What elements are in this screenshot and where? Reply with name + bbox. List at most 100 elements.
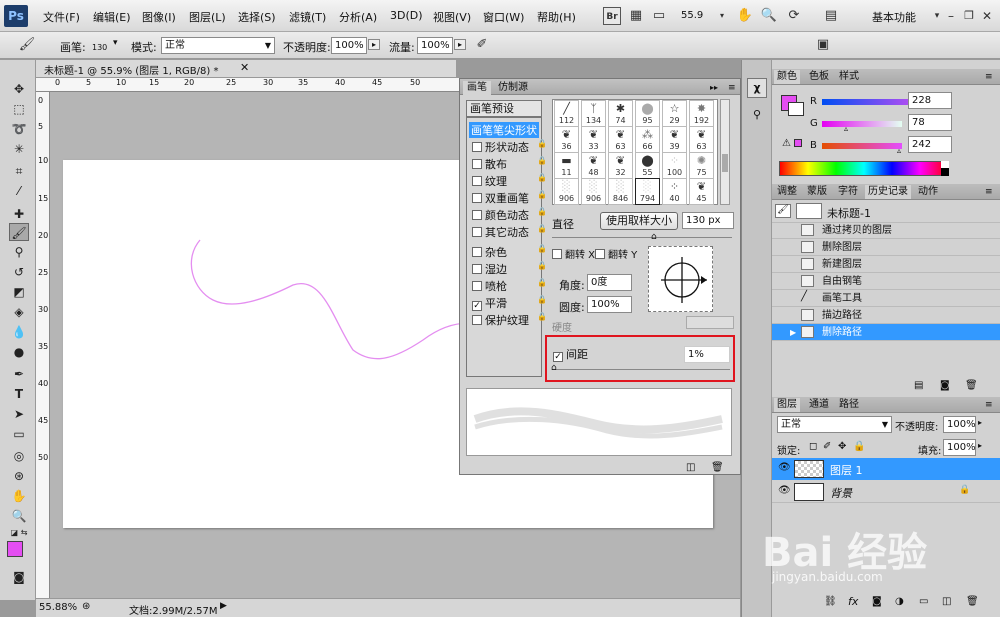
view-extras-icon[interactable]: ▦ — [627, 7, 645, 25]
history-state[interactable]: ╱ 画笔工具 — [772, 290, 1000, 307]
lock-icon[interactable]: 🔒 — [537, 295, 547, 304]
zoom-tool-icon[interactable]: 🔍 — [9, 507, 29, 525]
color-panel-menu-icon[interactable]: ≡ — [982, 70, 996, 84]
tab-swatches[interactable]: 色板 — [806, 70, 832, 84]
tab-actions[interactable]: 动作 — [915, 185, 941, 199]
preset-tip[interactable]: ░ 906 — [581, 178, 606, 205]
workspace-switcher[interactable]: 基本功能 — [872, 9, 916, 25]
brush-tool-icon[interactable]: 🖌 — [9, 223, 29, 241]
pen-tool-icon[interactable]: ✒ — [9, 365, 29, 383]
tab-layers[interactable]: 图层 — [774, 398, 800, 412]
menu-3d[interactable]: 3D(D) — [390, 9, 423, 22]
wet-edges-item[interactable]: 湿边 🔒 — [472, 261, 547, 277]
rectangle-tool-icon[interactable]: ▭ — [9, 425, 29, 443]
path-selection-tool-icon[interactable]: ➤ — [9, 405, 29, 423]
fill-slider-icon[interactable]: ▸ — [978, 441, 982, 450]
color-dynamics-item[interactable]: 颜色动态 🔒 — [472, 207, 547, 223]
lock-all-icon[interactable]: 🔒 — [853, 441, 865, 452]
channel-g-thumb[interactable]: ▵ — [844, 124, 848, 133]
lock-pixels-icon[interactable]: ✐ — [823, 441, 831, 452]
lock-icon[interactable]: 🔒 — [537, 278, 547, 287]
arrange-documents-icon[interactable]: ▤ — [822, 7, 840, 25]
paint-bucket-tool-icon[interactable]: ◈ — [9, 303, 29, 321]
preset-scrollbar[interactable] — [720, 99, 730, 205]
new-group-icon[interactable]: ▭ — [919, 596, 928, 607]
preset-tip[interactable]: ❦ 45 — [689, 178, 714, 205]
history-state[interactable]: 通过拷贝的图层 — [772, 222, 1000, 239]
clone-source-panel-icon[interactable]: ⚲ — [747, 106, 767, 126]
color-background-swatch[interactable] — [788, 102, 804, 116]
status-zoom[interactable]: 55.88% — [39, 602, 77, 613]
wet-edges-checkbox[interactable] — [472, 264, 482, 274]
dual-brush-item[interactable]: 双重画笔 🔒 — [472, 190, 547, 206]
brush-preset-icon[interactable]: 🖌 — [18, 36, 36, 54]
flip-y-option[interactable]: 翻转 Y — [595, 246, 637, 261]
preset-tip[interactable]: ☆ 29 — [662, 100, 687, 127]
channel-g-field[interactable]: 78 — [908, 114, 952, 131]
preset-tip[interactable]: ✸ 192 — [689, 100, 714, 127]
preset-tip[interactable]: ❦ 33 — [581, 126, 606, 153]
mode-select[interactable]: 正常 ▼ — [161, 37, 275, 54]
protect-texture-checkbox[interactable] — [472, 315, 482, 325]
preset-tip[interactable]: ░ 906 — [554, 178, 579, 205]
blur-tool-icon[interactable]: 💧 — [9, 323, 29, 341]
preset-tip[interactable]: ❦ 63 — [608, 126, 633, 153]
crop-tool-icon[interactable]: ⌗ — [9, 162, 29, 180]
brush-panel-icon[interactable]: 𝞆 — [747, 78, 767, 98]
diameter-field[interactable]: 130 px — [682, 212, 734, 229]
layers-panel-menu-icon[interactable]: ≡ — [982, 398, 996, 412]
zoom-level[interactable]: 55.9 — [681, 10, 703, 21]
noise-checkbox[interactable] — [472, 247, 482, 257]
lock-icon[interactable]: 🔒 — [537, 312, 547, 321]
tab-masks[interactable]: 蒙版 — [804, 185, 830, 199]
tab-clone-source[interactable]: 仿制源 — [494, 81, 532, 95]
history-snapshot[interactable]: 🖌 未标题-1 — [772, 201, 1000, 223]
texture-item[interactable]: 纹理 🔒 — [472, 173, 547, 189]
magic-wand-tool-icon[interactable]: ✳ — [9, 140, 29, 158]
lock-icon[interactable]: 🔒 — [537, 244, 547, 253]
channel-b-field[interactable]: 242 — [908, 136, 952, 153]
minimize-button[interactable]: – — [942, 7, 960, 25]
menu-window[interactable]: 窗口(W) — [483, 9, 524, 25]
hand-tool-icon[interactable]: ✋ — [9, 487, 29, 505]
lock-icon[interactable]: 🔒 — [537, 139, 547, 148]
channel-r-field[interactable]: 228 — [908, 92, 952, 109]
blend-mode-select[interactable]: 正常 ▼ — [777, 416, 892, 433]
scattering-checkbox[interactable] — [472, 159, 482, 169]
diameter-slider[interactable] — [552, 237, 732, 243]
brush-panel-toggle-icon[interactable]: ▣ — [814, 36, 832, 54]
shape-dynamics-item[interactable]: 形状动态 🔒 — [472, 139, 547, 155]
preset-tip[interactable]: ❦ 63 — [689, 126, 714, 153]
layer-opacity-field[interactable]: 100% — [943, 416, 976, 433]
zoom-dropdown-icon[interactable]: ▾ — [713, 7, 731, 25]
preset-tip[interactable]: ⁘ 100 — [662, 152, 687, 179]
close-button[interactable]: ✕ — [978, 7, 996, 25]
brush-presets-button[interactable]: 画笔预设 — [466, 100, 542, 117]
channel-g-slider[interactable] — [822, 121, 902, 127]
preset-tip[interactable]: ❦ 48 — [581, 152, 606, 179]
tab-color[interactable]: 颜色 — [774, 70, 800, 84]
preset-tip[interactable]: ▬ 11 — [554, 152, 579, 179]
healing-brush-tool-icon[interactable]: ✚ — [9, 205, 29, 223]
clone-stamp-tool-icon[interactable]: ⚲ — [9, 243, 29, 261]
layer-row-selected[interactable]: 👁 图层 1 — [772, 458, 1000, 480]
color-dynamics-checkbox[interactable] — [472, 210, 482, 220]
ramp-white-swatch[interactable] — [941, 161, 949, 168]
menu-help[interactable]: 帮助(H) — [537, 9, 576, 25]
protect-texture-item[interactable]: 保护纹理 🔒 — [472, 312, 547, 328]
spacing-option[interactable]: ✓ 间距 — [553, 346, 588, 362]
preset-tip[interactable]: ✱ 74 — [608, 100, 633, 127]
menu-filter[interactable]: 滤镜(T) — [289, 9, 326, 25]
status-info-icon[interactable]: ⊛ — [82, 601, 90, 612]
visibility-eye-icon[interactable]: 👁 — [778, 485, 791, 496]
preset-tip[interactable]: ⁘ 40 — [662, 178, 687, 205]
tab-history[interactable]: 历史记录 — [865, 185, 911, 199]
tab-paths[interactable]: 路径 — [836, 398, 862, 412]
roundness-field[interactable]: 100% — [587, 296, 632, 313]
lasso-tool-icon[interactable]: ➰ — [9, 120, 29, 138]
foreground-color-swatch[interactable] — [7, 541, 23, 557]
menu-select[interactable]: 选择(S) — [238, 9, 276, 25]
flip-y-checkbox[interactable] — [595, 249, 605, 259]
new-layer-icon[interactable]: ◫ — [942, 596, 951, 607]
noise-item[interactable]: 杂色 🔒 — [472, 244, 547, 260]
